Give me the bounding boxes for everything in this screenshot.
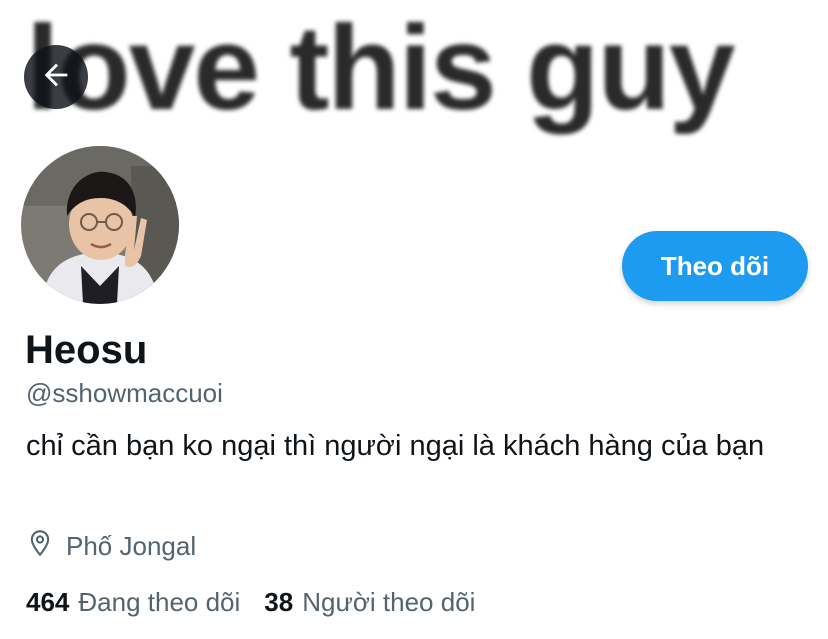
- banner-text: love this guy: [26, 1, 735, 135]
- followers-link[interactable]: 38 Người theo dõi: [264, 587, 475, 618]
- profile-banner[interactable]: love this guy: [0, 0, 828, 150]
- followers-label: Người theo dõi: [302, 587, 476, 617]
- following-link[interactable]: 464 Đang theo dõi: [26, 587, 240, 618]
- arrow-left-icon: [39, 58, 73, 97]
- location-text: Phố Jongal: [66, 531, 197, 561]
- back-button[interactable]: [24, 45, 88, 109]
- following-count: 464: [26, 587, 70, 617]
- location-pin-icon: [26, 528, 66, 565]
- profile-location: Phố Jongal: [26, 528, 196, 565]
- profile-bio: chỉ cần bạn ko ngại thì người ngại là kh…: [26, 430, 765, 462]
- avatar[interactable]: [18, 143, 182, 307]
- profile-name: Heosu: [25, 328, 148, 372]
- follow-button[interactable]: Theo dõi: [622, 231, 808, 301]
- following-label: Đang theo dõi: [78, 587, 241, 617]
- profile-handle: @sshowmaccuoi: [26, 378, 223, 408]
- followers-count: 38: [264, 587, 294, 617]
- profile-stats: 464 Đang theo dõi 38 Người theo dõi: [26, 587, 499, 618]
